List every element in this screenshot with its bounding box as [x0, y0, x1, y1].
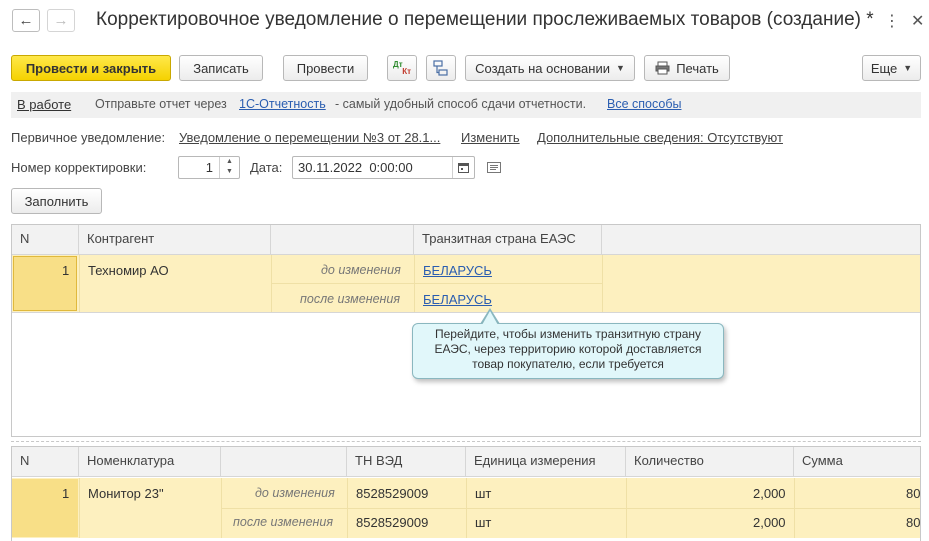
comment-icon[interactable] [487, 162, 501, 173]
table-header-sum[interactable]: Сумма [794, 447, 920, 477]
change-link[interactable]: Изменить [461, 130, 520, 145]
stepper-arrows-icon[interactable]: ▲ ▼ [219, 157, 239, 178]
dt-kt-button[interactable]: Дт Кт [387, 55, 417, 81]
correction-number-value: 1 [205, 160, 213, 175]
chevron-down-icon: ▼ [903, 63, 913, 73]
splitter[interactable] [11, 441, 921, 442]
transit-country-before-link[interactable]: БЕЛАРУСЬ [423, 263, 492, 278]
tooltip-tail-inner [482, 311, 498, 325]
unit-after[interactable]: шт [475, 515, 491, 530]
more-label: Еще [870, 60, 898, 76]
goods-table: N Номенклатура ТН ВЭД Единица измерения … [11, 446, 921, 541]
page-title: Корректировочное уведомление о перемещен… [96, 9, 874, 30]
date-label: Дата: [250, 160, 283, 175]
post-button[interactable]: Провести [283, 55, 368, 81]
row-number: 1 [62, 263, 70, 278]
table-header-n[interactable]: N [12, 447, 79, 477]
table-header-blank [602, 225, 920, 255]
tooltip: Перейдите, чтобы изменить транзитную стр… [412, 323, 724, 379]
table-header-quantity[interactable]: Количество [626, 447, 794, 477]
item-value: Монитор 23" [88, 486, 164, 501]
quantity-after[interactable]: 2,000 [753, 515, 786, 530]
table-header-item[interactable]: Номенклатура [79, 447, 221, 477]
save-button[interactable]: Записать [179, 55, 263, 81]
arrow-left-icon: ← [18, 12, 34, 29]
print-button[interactable]: Печать [644, 55, 730, 81]
arrow-right-icon: → [53, 12, 69, 29]
create-based-on-label: Создать на основании [475, 60, 610, 76]
table-header-change[interactable] [221, 447, 347, 477]
quantity-before[interactable]: 2,000 [753, 486, 786, 501]
counterparty-value: Техномир АО [88, 263, 169, 278]
close-icon[interactable]: ✕ [911, 11, 924, 31]
tnved-before[interactable]: 8528529009 [356, 486, 428, 501]
after-change-label: после изменения [233, 515, 334, 529]
calendar-icon [458, 163, 469, 173]
primary-notice-link[interactable]: Уведомление о перемещении №3 от 28.1... [179, 130, 440, 145]
date-value: 30.11.2022 0:00:00 [298, 160, 413, 175]
back-button[interactable]: ← [12, 9, 40, 32]
primary-notice-label: Первичное уведомление: [11, 130, 166, 145]
after-change-label: после изменения [300, 292, 401, 306]
before-change-label: до изменения [255, 486, 335, 500]
structure-button[interactable] [426, 55, 456, 81]
table-header-tnved[interactable]: ТН ВЭД [347, 447, 466, 477]
printer-icon [655, 61, 670, 75]
all-methods-link[interactable]: Все способы [607, 97, 681, 111]
transit-country-after-link[interactable]: БЕЛАРУСЬ [423, 292, 492, 307]
tnved-after[interactable]: 8528529009 [356, 515, 428, 530]
calendar-button[interactable] [452, 157, 474, 178]
info-strip: В работе Отправьте отчет через 1С-Отчетн… [11, 92, 921, 118]
dt-kt-icon: Дт Кт [393, 60, 411, 76]
table-header-n[interactable]: N [12, 225, 79, 255]
table-header-unit[interactable]: Единица измерения [466, 447, 626, 477]
info-text-before: Отправьте отчет через [95, 97, 227, 111]
table-header-change[interactable] [271, 225, 414, 255]
post-and-close-button[interactable]: Провести и закрыть [11, 55, 171, 81]
date-field[interactable]: 30.11.2022 0:00:00 [292, 156, 475, 179]
sum-after[interactable]: 80 [906, 515, 920, 530]
create-based-on-button[interactable]: Создать на основании ▼ [465, 55, 635, 81]
row-number: 1 [62, 486, 70, 501]
table-header-counterparty[interactable]: Контрагент [79, 225, 271, 255]
fill-button[interactable]: Заполнить [11, 188, 102, 214]
more-icon[interactable]: ⋮ [884, 11, 900, 31]
info-text-after: - самый удобный способ сдачи отчетности. [335, 97, 587, 111]
correction-number-stepper[interactable]: 1 ▲ ▼ [178, 156, 240, 179]
unit-before[interactable]: шт [475, 486, 491, 501]
table-header-transit-country[interactable]: Транзитная страна ЕАЭС [414, 225, 602, 255]
sum-before[interactable]: 80 [906, 486, 920, 501]
at-work-link[interactable]: В работе [17, 97, 71, 112]
hierarchy-icon [433, 60, 448, 76]
service-link[interactable]: 1С-Отчетность [239, 97, 326, 111]
correction-number-label: Номер корректировки: [11, 160, 147, 175]
chevron-down-icon: ▼ [615, 63, 625, 73]
more-button[interactable]: Еще ▼ [862, 55, 921, 81]
print-label: Печать [676, 60, 719, 76]
additional-info-link[interactable]: Дополнительные сведения: Отсутствуют [537, 130, 783, 145]
forward-button[interactable]: → [47, 9, 75, 32]
before-change-label: до изменения [321, 263, 401, 277]
